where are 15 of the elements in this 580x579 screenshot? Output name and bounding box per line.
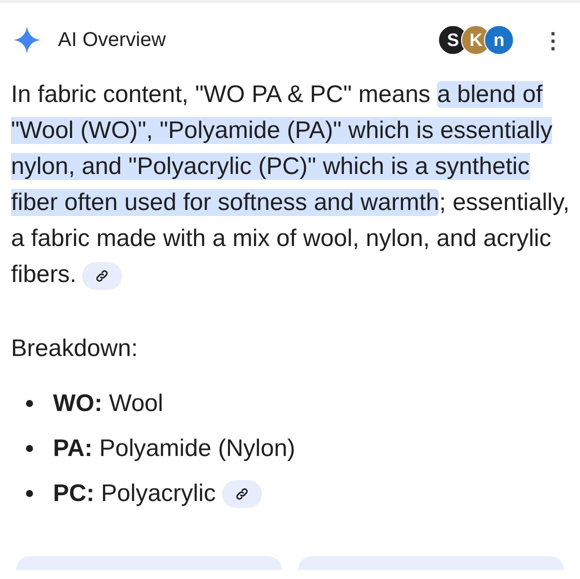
- list-item-text: WO: Wool: [53, 388, 164, 418]
- breakdown-heading: Breakdown:: [10, 334, 139, 364]
- bullet-icon: [26, 490, 33, 497]
- sparkle-icon: [12, 25, 42, 55]
- list-item-text: PC: Polyacrylic: [53, 478, 216, 508]
- bullet-icon: [26, 445, 33, 452]
- link-button[interactable]: [222, 480, 262, 508]
- link-icon: [95, 268, 110, 283]
- bullet-icon: [26, 400, 33, 407]
- link-button[interactable]: [82, 262, 122, 290]
- list-item-text: PA: Polyamide (Nylon): [53, 434, 296, 464]
- source-icon[interactable]: n: [484, 25, 514, 55]
- overview-title: AI Overview: [58, 28, 166, 53]
- link-icon: [234, 486, 249, 500]
- menu-button[interactable]: ⋮: [538, 24, 568, 56]
